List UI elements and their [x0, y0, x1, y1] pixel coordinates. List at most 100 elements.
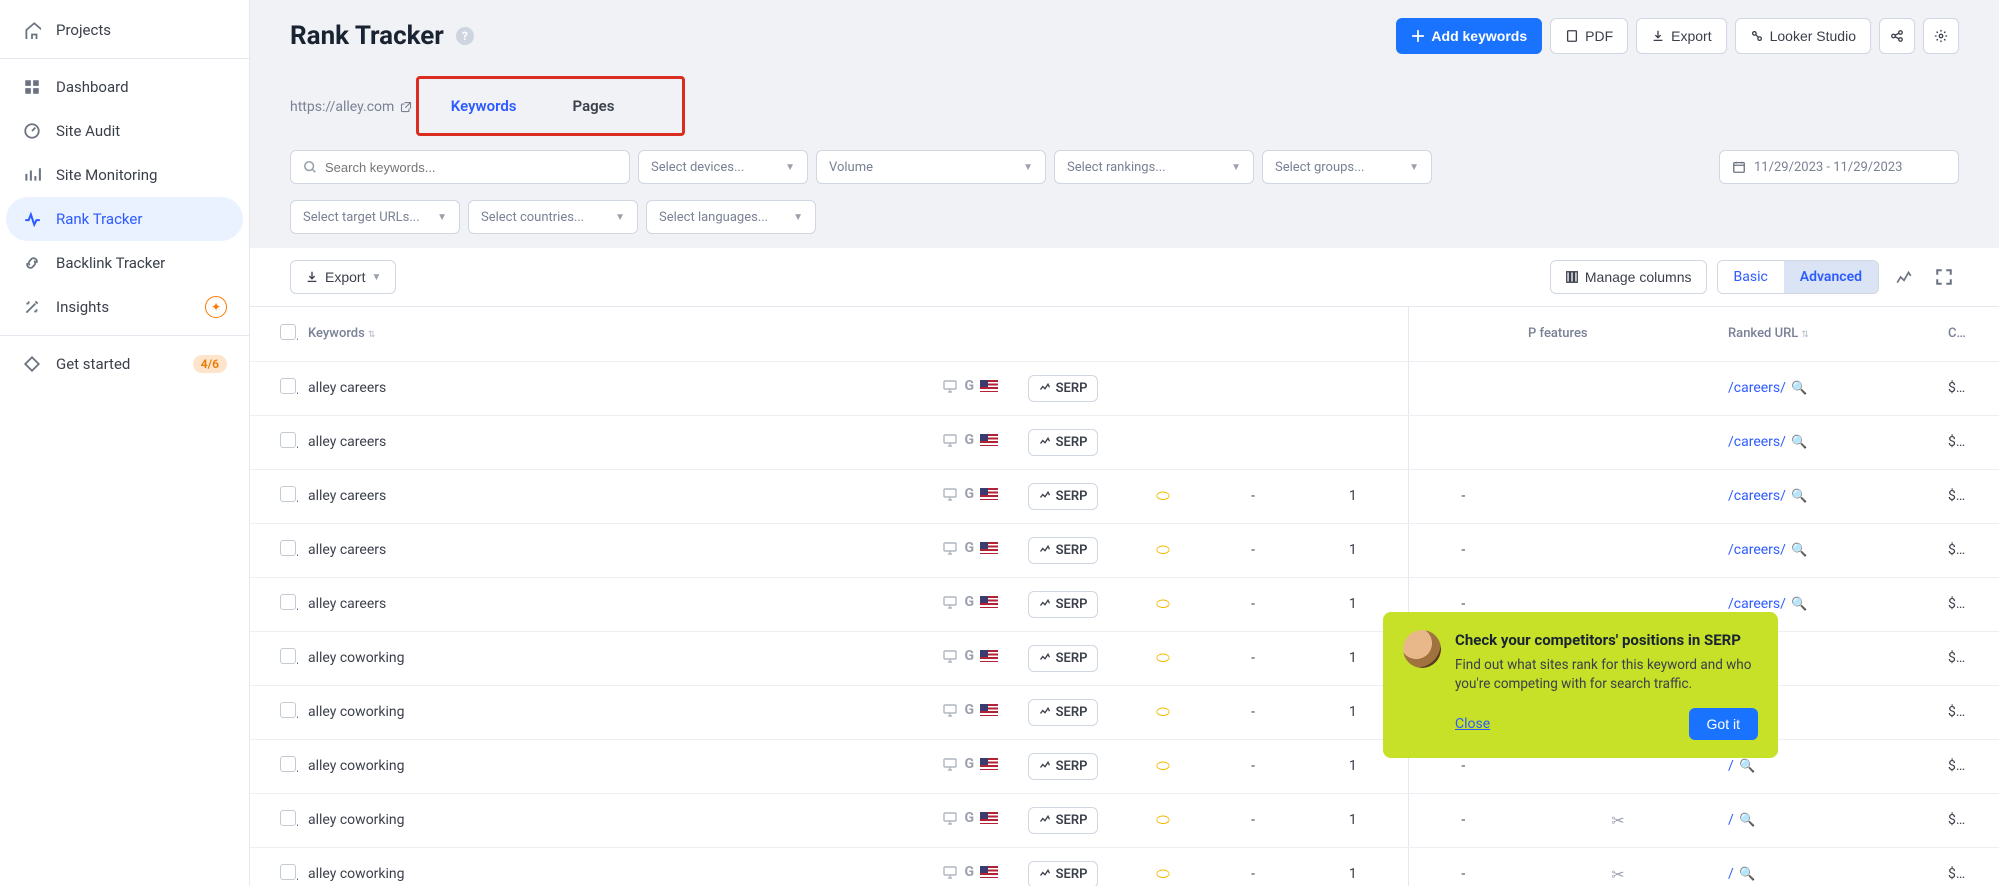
row-checkbox[interactable]: [280, 702, 296, 718]
keyword-cell[interactable]: alley careers: [298, 415, 898, 469]
avatar: [1403, 630, 1441, 668]
col-ranked-url[interactable]: Ranked URL: [1728, 326, 1798, 341]
serp-button[interactable]: SERP: [1028, 699, 1099, 726]
main: Rank Tracker ? Add keywords PDF Export: [250, 0, 1999, 886]
filter-devices[interactable]: Select devices...▼: [638, 150, 808, 184]
table-row: alley coworking G SERP ⬭ - 1 - ✂ / 🔍 $ 0…: [250, 793, 1999, 847]
keyword-cell[interactable]: alley careers: [298, 577, 898, 631]
magnifier-icon[interactable]: 🔍: [1788, 543, 1807, 558]
cell-one: 1: [1298, 523, 1408, 577]
sidebar-item-site-audit[interactable]: Site Audit: [0, 109, 249, 153]
page-header: Rank Tracker ? Add keywords PDF Export: [250, 0, 1999, 136]
select-all-checkbox[interactable]: [280, 324, 296, 340]
magnifier-icon[interactable]: 🔍: [1788, 435, 1807, 450]
serp-button[interactable]: SERP: [1028, 429, 1099, 456]
row-checkbox[interactable]: [280, 486, 296, 502]
ranked-url-link[interactable]: /: [1728, 812, 1734, 828]
keyword-cell[interactable]: alley careers: [298, 469, 898, 523]
ranked-url-link[interactable]: /: [1728, 866, 1734, 882]
ranked-url-link[interactable]: /careers/: [1728, 434, 1786, 450]
magnifier-icon[interactable]: 🔍: [1788, 597, 1807, 612]
advanced-mode[interactable]: Advanced: [1784, 261, 1878, 293]
settings-button[interactable]: [1923, 18, 1959, 54]
row-checkbox[interactable]: [280, 810, 296, 826]
row-checkbox[interactable]: [280, 432, 296, 448]
filter-groups[interactable]: Select groups...▼: [1262, 150, 1432, 184]
search-input-wrap[interactable]: [290, 150, 630, 184]
add-keywords-button[interactable]: Add keywords: [1396, 18, 1542, 54]
keyword-cell[interactable]: alley coworking: [298, 793, 898, 847]
cell-one: [1298, 415, 1408, 469]
ranked-url-link[interactable]: /careers/: [1728, 380, 1786, 396]
cell-d1: [1408, 361, 1518, 415]
serp-button[interactable]: SERP: [1028, 645, 1099, 672]
keyword-cell[interactable]: alley coworking: [298, 631, 898, 685]
magnifier-icon[interactable]: 🔍: [1736, 867, 1755, 882]
manage-columns-button[interactable]: Manage columns: [1550, 260, 1707, 294]
pdf-button[interactable]: PDF: [1550, 18, 1628, 54]
tab-keywords[interactable]: Keywords: [423, 83, 545, 129]
link-icon: ⬭: [1156, 540, 1170, 559]
sidebar-item-rank-tracker[interactable]: Rank Tracker: [6, 197, 243, 241]
serp-button[interactable]: SERP: [1028, 375, 1099, 402]
basic-mode[interactable]: Basic: [1718, 261, 1784, 293]
serp-button[interactable]: SERP: [1028, 591, 1099, 618]
badge: 4/6: [193, 355, 227, 373]
fullscreen-icon[interactable]: [1929, 262, 1959, 292]
col-cpc[interactable]: CPC: [1948, 326, 1973, 341]
serp-button[interactable]: SERP: [1028, 807, 1099, 834]
popup-gotit[interactable]: Got it: [1689, 708, 1758, 740]
cell-dash: -: [1208, 469, 1298, 523]
filter-countries[interactable]: Select countries...▼: [468, 200, 638, 234]
keyword-cell[interactable]: alley coworking: [298, 685, 898, 739]
ranked-url-link[interactable]: /careers/: [1728, 596, 1786, 612]
search-input[interactable]: [325, 160, 617, 175]
ranked-url-link[interactable]: /: [1728, 758, 1734, 774]
serp-button[interactable]: SERP: [1028, 483, 1099, 510]
row-checkbox[interactable]: [280, 540, 296, 556]
sidebar-item-site-monitoring[interactable]: Site Monitoring: [0, 153, 249, 197]
serp-button[interactable]: SERP: [1028, 861, 1099, 886]
filter-rankings[interactable]: Select rankings...▼: [1054, 150, 1254, 184]
filter-languages[interactable]: Select languages...▼: [646, 200, 816, 234]
row-checkbox[interactable]: [280, 378, 296, 394]
row-checkbox[interactable]: [280, 864, 296, 880]
sidebar-item-get-started[interactable]: Get started4/6: [0, 342, 249, 386]
chart-view-icon[interactable]: [1889, 262, 1919, 292]
tab-pages[interactable]: Pages: [545, 83, 643, 129]
cell-one: 1: [1298, 469, 1408, 523]
magnifier-icon[interactable]: 🔍: [1788, 489, 1807, 504]
looker-button[interactable]: Looker Studio: [1735, 18, 1871, 54]
magnifier-icon[interactable]: 🔍: [1736, 813, 1755, 828]
filter-volume[interactable]: Volume▼: [816, 150, 1046, 184]
filter-target-urls[interactable]: Select target URLs...▼: [290, 200, 460, 234]
row-checkbox[interactable]: [280, 648, 296, 664]
cell-dash: [1208, 415, 1298, 469]
table-export-button[interactable]: Export ▼: [290, 260, 396, 294]
popup-close[interactable]: Close: [1455, 716, 1490, 732]
row-checkbox[interactable]: [280, 594, 296, 610]
magnifier-icon[interactable]: 🔍: [1736, 759, 1755, 774]
serp-button[interactable]: SERP: [1028, 537, 1099, 564]
sidebar-item-projects[interactable]: Projects: [0, 8, 249, 52]
col-serp-features[interactable]: P features: [1528, 326, 1588, 341]
sidebar-item-backlink-tracker[interactable]: Backlink Tracker: [0, 241, 249, 285]
sidebar-item-insights[interactable]: Insights✦: [0, 285, 249, 329]
row-checkbox[interactable]: [280, 756, 296, 772]
help-icon[interactable]: ?: [456, 27, 474, 45]
ranked-url-link[interactable]: /careers/: [1728, 542, 1786, 558]
sidebar-item-dashboard[interactable]: Dashboard: [0, 65, 249, 109]
keyword-cell[interactable]: alley careers: [298, 361, 898, 415]
desktop-icon: [942, 378, 958, 394]
share-button[interactable]: [1879, 18, 1915, 54]
project-url[interactable]: https://alley.com: [290, 99, 412, 115]
keyword-cell[interactable]: alley careers: [298, 523, 898, 577]
export-button[interactable]: Export: [1636, 18, 1726, 54]
ranked-url-link[interactable]: /careers/: [1728, 488, 1786, 504]
keyword-cell[interactable]: alley coworking: [298, 847, 898, 886]
col-keywords[interactable]: Keywords: [308, 326, 365, 341]
keyword-cell[interactable]: alley coworking: [298, 739, 898, 793]
filter-date[interactable]: 11/29/2023 - 11/29/2023: [1719, 150, 1959, 184]
serp-button[interactable]: SERP: [1028, 753, 1099, 780]
magnifier-icon[interactable]: 🔍: [1788, 381, 1807, 396]
